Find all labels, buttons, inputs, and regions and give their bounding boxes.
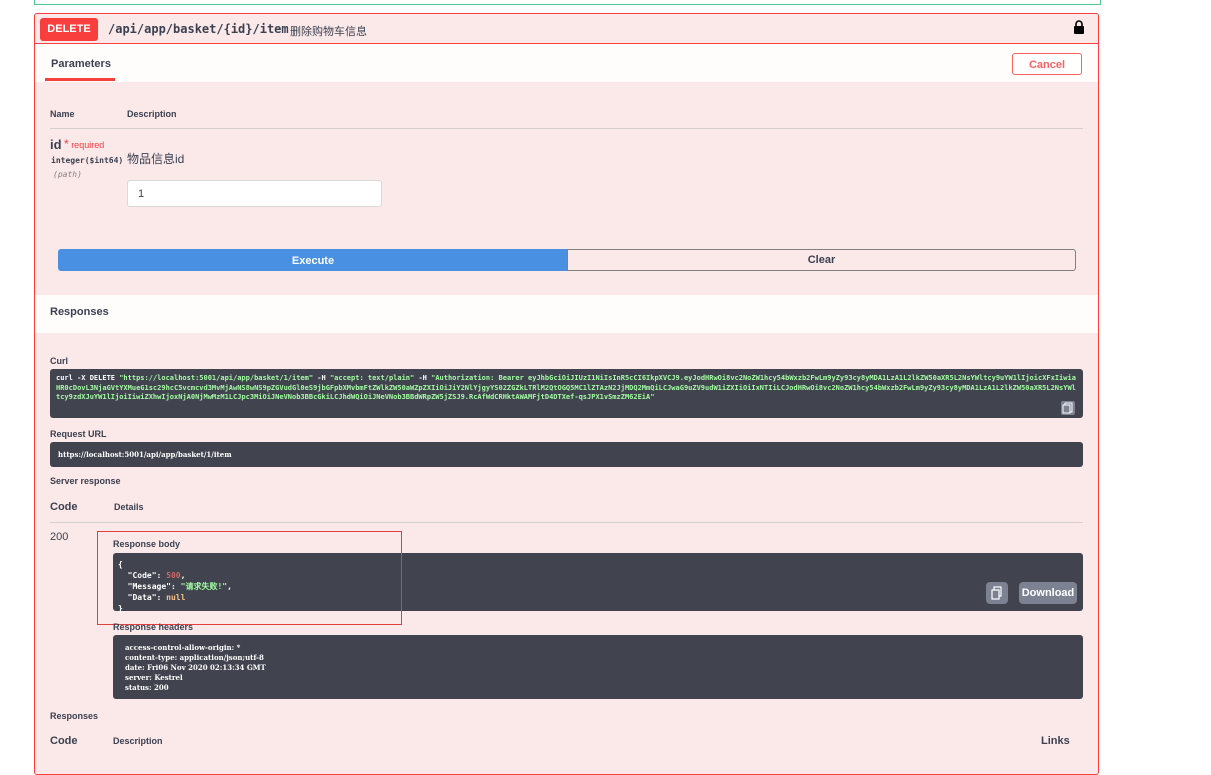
header-line: content-type: application/json;utf-8 bbox=[125, 653, 264, 662]
request-url-label: Request URL bbox=[50, 429, 107, 439]
response-headers: access-control-allow-origin: * content-t… bbox=[113, 635, 1083, 699]
clear-button[interactable]: Clear bbox=[567, 249, 1076, 271]
param-required: * required bbox=[64, 137, 104, 151]
curl-label: Curl bbox=[50, 356, 68, 366]
code-header: Code bbox=[50, 501, 78, 513]
response-headers-label: Response headers bbox=[113, 622, 194, 632]
param-header-divider bbox=[50, 128, 1083, 129]
copy-icon[interactable] bbox=[986, 582, 1008, 604]
previous-opblock-edge bbox=[34, 0, 1101, 5]
server-response-label: Server response bbox=[50, 476, 121, 486]
header-line: server: Kestrel bbox=[125, 673, 183, 682]
details-header: Details bbox=[114, 502, 144, 512]
header-line: date: Fri06 Nov 2020 02:13:34 GMT bbox=[125, 663, 266, 672]
curl-accept: "accept: text/plain" bbox=[329, 374, 415, 382]
response-header-divider bbox=[50, 522, 1083, 523]
param-type: integer($int64) bbox=[51, 156, 124, 165]
curl-prefix: curl -X DELETE bbox=[56, 374, 120, 382]
bottom-links-header: Links bbox=[1041, 735, 1070, 747]
curl-h1: -H bbox=[313, 374, 330, 382]
response-status-code: 200 bbox=[50, 531, 69, 543]
curl-url: "https://localhost:5001/api/app/basket/1… bbox=[119, 374, 314, 382]
tab-parameters[interactable]: Parameters bbox=[45, 53, 115, 81]
highlight-annotation-box bbox=[97, 531, 402, 625]
param-description-header: Description bbox=[127, 109, 177, 119]
responses-header bbox=[35, 295, 1098, 333]
lock-icon[interactable] bbox=[1073, 20, 1085, 34]
parameters-header bbox=[35, 44, 1098, 82]
responses-title: Responses bbox=[50, 306, 109, 318]
param-name-header: Name bbox=[50, 109, 75, 119]
param-location: (path) bbox=[53, 170, 82, 179]
header-line: status: 200 bbox=[125, 683, 169, 692]
bottom-description-header: Description bbox=[113, 736, 163, 746]
method-badge: DELETE bbox=[40, 18, 98, 41]
bottom-code-header: Code bbox=[50, 735, 78, 747]
curl-command: curl -X DELETE "https://localhost:5001/a… bbox=[50, 369, 1083, 418]
curl-copy-icon[interactable] bbox=[1061, 401, 1075, 415]
param-id-input[interactable] bbox=[127, 180, 382, 207]
request-url: https://localhost:5001/api/app/basket/1/… bbox=[50, 442, 1083, 467]
header-line: access-control-allow-origin: * bbox=[125, 643, 241, 652]
required-mark: * bbox=[64, 137, 69, 151]
required-text: required bbox=[71, 140, 105, 150]
param-name: id bbox=[50, 137, 62, 152]
operation-summary: 删除购物车信息 bbox=[290, 26, 367, 38]
responses-list-label: Responses bbox=[50, 711, 99, 721]
param-description: 物品信息id bbox=[127, 152, 185, 166]
download-button[interactable]: Download bbox=[1019, 582, 1077, 604]
execute-button[interactable]: Execute bbox=[58, 249, 568, 271]
operation-path: /api/app/basket/{id}/item bbox=[108, 22, 289, 36]
cancel-button[interactable]: Cancel bbox=[1012, 53, 1082, 75]
curl-h2: -H bbox=[414, 374, 432, 382]
